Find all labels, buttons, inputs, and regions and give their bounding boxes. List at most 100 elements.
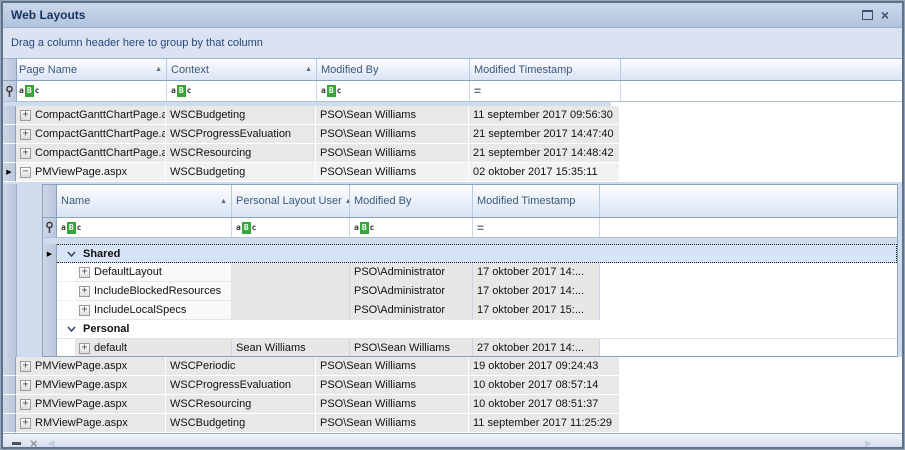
current-row-arrow-icon: ▶: [6, 168, 11, 176]
row-indicator: [3, 376, 16, 395]
header-filler: [621, 59, 902, 80]
title-bar: Web Layouts ×: [3, 3, 902, 28]
row-indicator: [3, 414, 16, 433]
scroll-right-icon[interactable]: ▶: [865, 438, 872, 447]
text-filter-abc-icon: aBc: [19, 85, 39, 97]
detail-row[interactable]: +DefaultLayout PSO\Administrator 17 okto…: [43, 263, 897, 282]
text-filter-abc-icon: aBc: [61, 222, 81, 234]
row-indicator: [43, 320, 57, 339]
chevron-down-icon[interactable]: [67, 326, 76, 332]
sort-ascending-icon: ▲: [302, 66, 312, 73]
group-row-shared[interactable]: ▶ Shared: [43, 244, 897, 263]
window-title: Web Layouts: [11, 8, 85, 22]
close-icon: ×: [881, 8, 889, 22]
detail-row[interactable]: +IncludeLocalSpecs PSO\Administrator 17 …: [43, 301, 897, 320]
row-indicator: [3, 357, 16, 376]
detail-column-header-modified-by[interactable]: Modified By: [350, 185, 473, 217]
expand-icon[interactable]: +: [20, 110, 31, 121]
web-layouts-window: Web Layouts × Drag a column header here …: [0, 0, 905, 450]
detail-column-header-personal-layout-user[interactable]: Personal Layout User ▲: [232, 185, 350, 217]
collapse-icon[interactable]: −: [20, 167, 31, 178]
detail-filter-cell-name[interactable]: aBc: [57, 218, 232, 237]
detail-column-header-modified-timestamp[interactable]: Modified Timestamp: [473, 185, 600, 217]
detail-filter-row: aBc aBc aBc =: [43, 218, 897, 238]
chevron-down-icon[interactable]: [67, 251, 76, 257]
expand-icon[interactable]: +: [20, 129, 31, 140]
expand-icon[interactable]: +: [79, 305, 90, 316]
header-indicator-cell: [3, 59, 17, 80]
table-row[interactable]: +PMViewPage.aspx WSCProgressEvaluation P…: [3, 376, 902, 395]
group-row-personal[interactable]: Personal: [43, 320, 897, 339]
equals-filter-icon: =: [477, 223, 484, 233]
group-indent: [57, 339, 75, 357]
close-button[interactable]: ×: [876, 7, 894, 23]
scroll-left-icon[interactable]: ◀: [48, 438, 55, 447]
table-row[interactable]: +RMViewPage.aspx WSCBudgeting PSO\Sean W…: [3, 414, 902, 433]
expand-icon[interactable]: +: [79, 343, 90, 354]
current-row-indicator: ▶: [43, 244, 57, 263]
filter-cell-context[interactable]: aBc: [167, 81, 317, 101]
row-indicator: [3, 144, 16, 163]
group-indent: [57, 282, 75, 301]
maximize-button[interactable]: [858, 7, 876, 23]
expand-icon[interactable]: +: [20, 361, 31, 372]
table-row[interactable]: +PMViewPage.aspx WSCPeriodic PSO\Sean Wi…: [3, 357, 902, 376]
sort-ascending-icon: ▲: [342, 195, 350, 208]
table-row[interactable]: +CompactGanttChartPage.aspx WSCBudgeting…: [3, 106, 902, 125]
group-by-hint-text: Drag a column header here to group by th…: [11, 37, 263, 49]
detail-filter-cell-modified-timestamp[interactable]: =: [473, 218, 600, 237]
main-grid: Page Name ▲ Context ▲ Modified By Modifi…: [3, 59, 902, 447]
group-label: Personal: [83, 323, 129, 335]
table-row[interactable]: +CompactGanttChartPage.aspx WSCResourcin…: [3, 144, 902, 163]
filter-cell-modified-timestamp[interactable]: =: [470, 81, 621, 101]
row-indicator: [43, 282, 57, 301]
minimize-detail-icon[interactable]: [12, 442, 21, 445]
detail-filter-cell-modified-by[interactable]: aBc: [350, 218, 473, 237]
column-header-modified-by[interactable]: Modified By: [317, 59, 470, 80]
expand-icon[interactable]: +: [79, 267, 90, 278]
detail-header-indicator: [43, 185, 57, 217]
sort-ascending-icon: ▲: [217, 195, 227, 208]
expand-icon[interactable]: +: [20, 399, 31, 410]
current-row-indicator: ▶: [3, 163, 16, 182]
main-header-row: Page Name ▲ Context ▲ Modified By Modifi…: [3, 59, 902, 81]
detail-header-row: Name ▲ Personal Layout User ▲ Modified B…: [43, 185, 897, 218]
row-indicator: [43, 301, 57, 320]
filter-row-indicator: [3, 81, 17, 101]
column-header-page-name[interactable]: Page Name ▲: [17, 59, 167, 80]
bottom-bar: × ◀ ▶: [3, 433, 902, 447]
expand-icon[interactable]: +: [20, 380, 31, 391]
expand-icon[interactable]: +: [79, 286, 90, 297]
text-filter-abc-icon: aBc: [236, 222, 256, 234]
group-indent: [57, 263, 75, 282]
main-filter-row: aBc aBc aBc =: [3, 81, 902, 102]
table-row[interactable]: +CompactGanttChartPage.aspx WSCProgressE…: [3, 125, 902, 144]
table-row[interactable]: +PMViewPage.aspx WSCResourcing PSO\Sean …: [3, 395, 902, 414]
filter-pin-icon: [5, 85, 14, 98]
detail-indent: [17, 184, 42, 357]
text-filter-abc-icon: aBc: [171, 85, 191, 97]
filter-cell-modified-by[interactable]: aBc: [317, 81, 470, 101]
detail-row[interactable]: +IncludeBlockedResources PSO\Administrat…: [43, 282, 897, 301]
close-detail-icon[interactable]: ×: [30, 437, 38, 447]
maximize-icon: [862, 10, 873, 20]
group-by-panel[interactable]: Drag a column header here to group by th…: [3, 28, 902, 59]
expand-icon[interactable]: +: [20, 418, 31, 429]
row-indicator: [3, 106, 16, 125]
expand-icon[interactable]: +: [20, 148, 31, 159]
detail-column-header-name[interactable]: Name ▲: [57, 185, 232, 217]
detail-section: Name ▲ Personal Layout User ▲ Modified B…: [3, 182, 902, 357]
group-indent: [57, 301, 75, 320]
table-row-expanded[interactable]: ▶ −PMViewPage.aspx WSCBudgeting PSO\Sean…: [3, 163, 902, 182]
detail-filter-cell-personal-layout-user[interactable]: aBc: [232, 218, 350, 237]
filter-cell-page-name[interactable]: aBc: [17, 81, 167, 101]
equals-filter-icon: =: [474, 86, 481, 96]
text-filter-abc-icon: aBc: [354, 222, 374, 234]
column-header-context[interactable]: Context ▲: [167, 59, 317, 80]
detail-row[interactable]: +default Sean Williams PSO\Sean Williams…: [43, 339, 897, 357]
detail-filter-indicator: [43, 218, 57, 237]
filter-pin-icon: [45, 221, 54, 234]
column-header-modified-timestamp[interactable]: Modified Timestamp: [470, 59, 621, 80]
row-indicator: [43, 263, 57, 282]
detail-grid: Name ▲ Personal Layout User ▲ Modified B…: [42, 184, 898, 357]
